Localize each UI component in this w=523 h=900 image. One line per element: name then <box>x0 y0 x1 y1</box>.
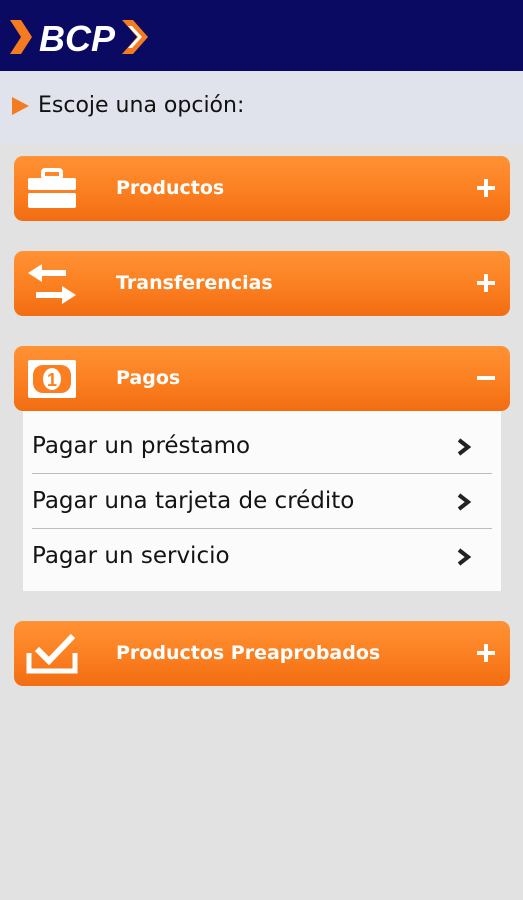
section-label: Pagos <box>116 367 181 389</box>
chevron-right-icon <box>457 438 472 456</box>
briefcase-icon <box>28 168 76 208</box>
minus-icon[interactable] <box>476 368 496 388</box>
section-label: Transferencias <box>116 272 273 294</box>
section-transferencias[interactable]: Transferencias <box>14 251 510 316</box>
submenu-item-pagar-tarjeta[interactable]: Pagar una tarjeta de crédito <box>23 474 501 529</box>
plus-icon[interactable] <box>476 273 496 293</box>
prompt-text: Escoje una opción: <box>38 93 245 118</box>
section-label: Productos Preaprobados <box>116 642 381 664</box>
submenu-item-pagar-prestamo[interactable]: Pagar un préstamo <box>23 419 501 474</box>
section-productos-preaprobados[interactable]: Productos Preaprobados <box>14 621 510 686</box>
svg-text:1: 1 <box>47 370 57 390</box>
submenu-item-pagar-servicio[interactable]: Pagar un servicio <box>23 529 501 584</box>
svg-text:BCP: BCP <box>39 18 116 59</box>
submenu-item-label: Pagar una tarjeta de crédito <box>32 488 355 514</box>
section-label: Productos <box>116 177 225 199</box>
submenu-item-label: Pagar un servicio <box>32 543 230 569</box>
chevron-right-icon <box>457 548 472 566</box>
app-header: BCP <box>0 0 523 71</box>
plus-icon[interactable] <box>476 178 496 198</box>
chevron-right-icon <box>457 493 472 511</box>
section-pagos[interactable]: 1 Pagos <box>14 346 510 411</box>
pagos-submenu: Pagar un préstamo Pagar una tarjeta de c… <box>23 411 501 591</box>
transfer-arrows-icon <box>28 264 76 304</box>
banknote-icon: 1 <box>28 360 76 398</box>
plus-icon[interactable] <box>476 643 496 663</box>
submenu-item-label: Pagar un préstamo <box>32 433 251 459</box>
section-productos[interactable]: Productos <box>14 156 510 221</box>
triangle-bullet-icon <box>12 97 29 115</box>
bcp-logo: BCP <box>10 18 148 59</box>
checkmark-tray-icon <box>26 633 78 674</box>
